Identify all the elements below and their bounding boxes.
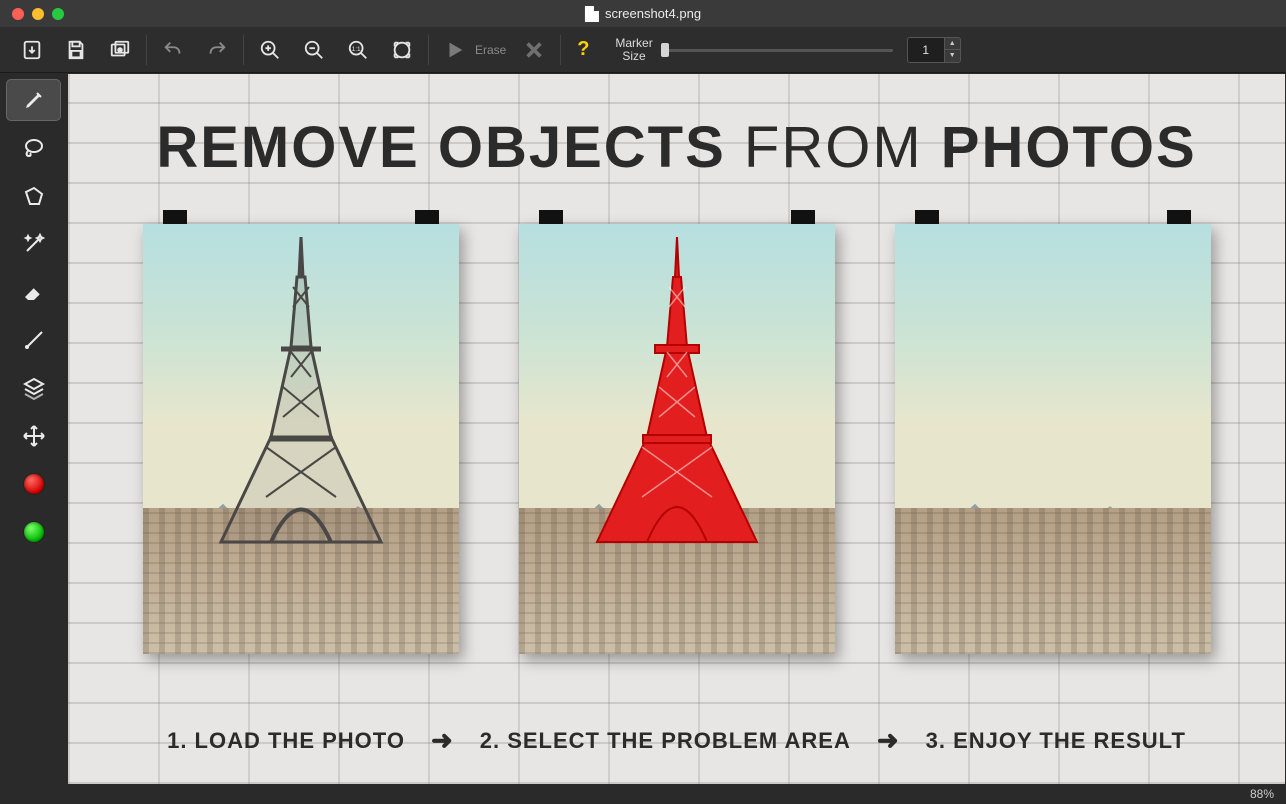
svg-text:1:1: 1:1 bbox=[352, 45, 361, 52]
close-window-button[interactable] bbox=[12, 8, 24, 20]
move-tool[interactable] bbox=[6, 415, 61, 457]
save-button[interactable] bbox=[54, 32, 98, 68]
erase-run-button[interactable] bbox=[433, 32, 477, 68]
zoom-window-button[interactable] bbox=[52, 8, 64, 20]
headline: REMOVE OBJECTS FROM PHOTOS bbox=[68, 114, 1285, 181]
eraser-tool[interactable] bbox=[6, 271, 61, 313]
main-toolbar: 1:1 Erase ? Marker Size ▲ ▼ bbox=[0, 27, 1286, 73]
tool-sidebar bbox=[0, 73, 67, 804]
marker-size-up[interactable]: ▲ bbox=[945, 37, 961, 50]
color-red[interactable] bbox=[6, 463, 61, 505]
redo-button[interactable] bbox=[195, 32, 239, 68]
document-icon bbox=[585, 6, 599, 22]
marker-size-slider[interactable] bbox=[661, 42, 893, 58]
status-bar: 88% bbox=[67, 784, 1286, 804]
traffic-lights bbox=[0, 8, 64, 20]
erase-label: Erase bbox=[475, 43, 506, 57]
color-green[interactable] bbox=[6, 511, 61, 553]
undo-button[interactable] bbox=[151, 32, 195, 68]
steps-row: 1. LOAD THE PHOTO ➜ 2. SELECT THE PROBLE… bbox=[68, 725, 1285, 756]
canvas-area: REMOVE OBJECTS FROM PHOTOS bbox=[67, 73, 1286, 804]
poster-result bbox=[895, 224, 1211, 654]
marker-size-down[interactable]: ▼ bbox=[945, 49, 961, 63]
help-button[interactable]: ? bbox=[565, 38, 601, 61]
arrow-right-icon: ➜ bbox=[877, 725, 900, 756]
polygon-tool[interactable] bbox=[6, 175, 61, 217]
zoom-level: 88% bbox=[1250, 787, 1274, 801]
window-title-text: screenshot4.png bbox=[605, 6, 701, 21]
zoom-fit-button[interactable] bbox=[380, 32, 424, 68]
canvas[interactable]: REMOVE OBJECTS FROM PHOTOS bbox=[68, 74, 1285, 784]
marker-size-input[interactable] bbox=[907, 37, 945, 63]
app-window: screenshot4.png 1:1 bbox=[0, 0, 1286, 804]
step-2: 2. SELECT THE PROBLEM AREA bbox=[480, 728, 851, 754]
minimize-window-button[interactable] bbox=[32, 8, 44, 20]
marker-tool[interactable] bbox=[6, 79, 61, 121]
green-swatch-icon bbox=[23, 521, 45, 543]
titlebar: screenshot4.png bbox=[0, 0, 1286, 27]
step-3: 3. ENJOY THE RESULT bbox=[926, 728, 1186, 754]
cancel-button[interactable] bbox=[512, 32, 556, 68]
step-1: 1. LOAD THE PHOTO bbox=[167, 728, 405, 754]
magic-wand-tool[interactable] bbox=[6, 223, 61, 265]
poster-selected bbox=[519, 224, 835, 654]
poster-row bbox=[68, 224, 1285, 694]
arrow-right-icon: ➜ bbox=[431, 725, 454, 756]
zoom-in-button[interactable] bbox=[248, 32, 292, 68]
zoom-out-button[interactable] bbox=[292, 32, 336, 68]
open-button[interactable] bbox=[10, 32, 54, 68]
poster-original bbox=[143, 224, 459, 654]
layers-tool[interactable] bbox=[6, 367, 61, 409]
red-swatch-icon bbox=[23, 473, 45, 495]
workspace: REMOVE OBJECTS FROM PHOTOS bbox=[0, 73, 1286, 804]
lasso-tool[interactable] bbox=[6, 127, 61, 169]
marker-size-stepper: ▲ ▼ bbox=[907, 37, 961, 63]
zoom-actual-button[interactable]: 1:1 bbox=[336, 32, 380, 68]
marker-size-label: Marker Size bbox=[615, 37, 652, 63]
batch-button[interactable] bbox=[98, 32, 142, 68]
window-title: screenshot4.png bbox=[585, 6, 701, 22]
line-tool[interactable] bbox=[6, 319, 61, 361]
